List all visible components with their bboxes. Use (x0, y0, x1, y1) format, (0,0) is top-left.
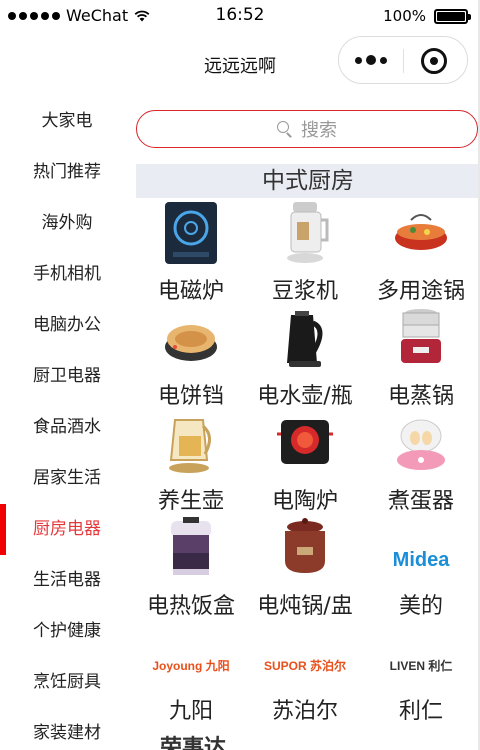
sidebar-item[interactable]: 生活电器 (0, 555, 134, 606)
mini-program-capsule (338, 36, 468, 84)
capsule-divider (403, 49, 404, 73)
product-label: 电水壶/瓶 (257, 384, 353, 409)
search-input[interactable]: 搜索 (136, 110, 478, 148)
sidebar-item[interactable]: 个护健康 (0, 606, 134, 657)
sidebar-item[interactable]: 手机相机 (0, 249, 134, 300)
product-label: 美的 (398, 594, 443, 619)
supor-logo: SUPOR 苏泊尔 (263, 658, 346, 673)
product-label: 煮蛋器 (387, 489, 454, 514)
product-label: 电饼铛 (157, 384, 224, 409)
product-label: 电热饭盒 (146, 594, 235, 619)
lunch-box-icon (161, 513, 221, 583)
sidebar-item[interactable]: 海外购 (0, 198, 134, 249)
product-label: 九阳 (168, 699, 213, 724)
product-item[interactable]: 电热饭盒 (134, 513, 248, 619)
multi-pot-icon (391, 198, 451, 268)
kettle-icon (275, 303, 335, 373)
ceramic-cooker-icon (275, 408, 335, 478)
product-label: 多用途锅 (376, 279, 465, 304)
product-item[interactable]: SUPOR 苏泊尔苏泊尔 (248, 618, 362, 725)
health-pot-icon (161, 408, 221, 478)
product-item[interactable]: LIVEN 利仁利仁 (364, 618, 478, 725)
battery-percent: 100% (383, 7, 426, 25)
joyoung-logo: Joyoung 九阳 (152, 658, 230, 673)
section-title: 中式厨房 (136, 164, 480, 198)
product-label: 苏泊尔 (271, 699, 338, 724)
product-item[interactable]: 煮蛋器 (364, 408, 478, 514)
product-label: 电炖锅/盅 (257, 594, 353, 619)
product-label: 豆浆机 (271, 279, 338, 304)
induction-cooker-icon (161, 198, 221, 268)
sidebar-item[interactable]: 居家生活 (0, 453, 134, 504)
product-label: 养生壶 (157, 489, 224, 514)
search-placeholder: 搜索 (301, 120, 337, 141)
sidebar-item[interactable]: 厨房电器 (0, 504, 134, 555)
soymilk-maker-icon (275, 198, 335, 268)
slow-cooker-icon (275, 513, 335, 583)
steamer-icon (391, 303, 451, 373)
product-item[interactable]: 电水壶/瓶 (248, 303, 362, 409)
midea-logo: Midea (392, 548, 450, 571)
sidebar-item[interactable]: 热门推荐 (0, 147, 134, 198)
more-icon[interactable] (355, 55, 387, 65)
battery-level (437, 11, 465, 21)
product-item[interactable]: 豆浆机 (248, 198, 362, 304)
close-target-icon[interactable] (421, 48, 447, 74)
product-item[interactable]: 多用途锅 (364, 198, 478, 304)
product-item[interactable]: 电陶炉 (248, 408, 362, 514)
product-item[interactable]: Joyoung 九阳九阳 (134, 618, 248, 725)
product-label: 电磁炉 (157, 279, 224, 304)
product-item[interactable]: Midea 美的 (364, 513, 478, 620)
product-item[interactable]: 养生壶 (134, 408, 248, 514)
product-label: 电蒸锅 (387, 384, 454, 409)
product-item[interactable]: 电炖锅/盅 (248, 513, 362, 619)
search-icon (277, 121, 293, 137)
egg-cooker-icon (391, 408, 451, 478)
product-item[interactable]: 电蒸锅 (364, 303, 478, 409)
sidebar-item[interactable]: 大家电 (0, 96, 134, 147)
sidebar-item[interactable]: 电脑办公 (0, 300, 134, 351)
battery-info: 100% (383, 7, 471, 25)
product-item[interactable]: 电磁炉 (134, 198, 248, 304)
griddle-icon (161, 303, 221, 373)
sidebar-item[interactable]: 食品酒水 (0, 402, 134, 453)
product-label: 利仁 (398, 699, 443, 724)
partial-brand-label[interactable]: 荣事达 (160, 734, 226, 750)
sidebar-item[interactable]: 家装建材 (0, 708, 134, 750)
product-item[interactable]: 电饼铛 (134, 303, 248, 409)
category-sidebar: 大家电 热门推荐 海外购 手机相机 电脑办公 厨卫电器 食品酒水 居家生活 厨房电器 生活电器 个护… (0, 96, 134, 750)
battery-icon (434, 8, 471, 24)
status-bar: WeChat 16:52 100% (0, 0, 480, 32)
sidebar-item[interactable]: 厨卫电器 (0, 351, 134, 402)
product-label: 电陶炉 (271, 489, 338, 514)
nav-bar: 远远远啊 (0, 32, 480, 92)
liven-logo: LIVEN 利仁 (389, 658, 453, 673)
sidebar-item[interactable]: 烹饪厨具 (0, 657, 134, 708)
